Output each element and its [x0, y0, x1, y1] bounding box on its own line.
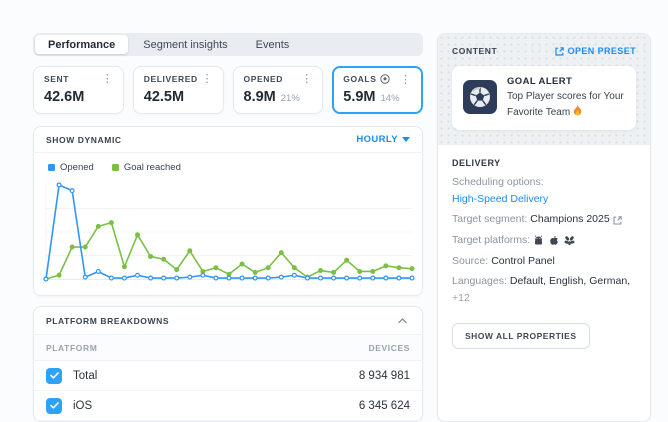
stats-row: SENT ⋮ 42.6M DELIVERED ⋮ 42.5M — [33, 66, 423, 114]
soccer-ball-tile-icon — [463, 80, 497, 114]
legend-label: Goal reached — [124, 162, 181, 173]
external-link-icon[interactable] — [613, 216, 622, 225]
chevron-down-icon — [402, 137, 410, 142]
tab-segment-insights[interactable]: Segment insights — [130, 35, 240, 54]
soccer-ball-icon — [380, 74, 390, 84]
fire-icon — [573, 105, 582, 116]
checkbox-ios[interactable] — [46, 398, 62, 414]
property-label: Target platforms: — [452, 234, 530, 248]
tab-performance[interactable]: Performance — [35, 35, 128, 54]
kebab-menu-icon[interactable]: ⋮ — [297, 72, 316, 87]
external-link-icon — [555, 47, 564, 56]
column-platform: PLATFORM — [46, 343, 97, 353]
kebab-menu-icon[interactable]: ⋮ — [98, 72, 117, 87]
property-target-platforms: Target platforms: — [452, 234, 636, 248]
property-languages: Languages: Default, English, German, +12 — [452, 275, 636, 305]
devices-count: 6 345 624 — [359, 400, 410, 412]
platform-name: iOS — [73, 400, 92, 412]
legend-item-opened[interactable]: Opened — [48, 162, 94, 173]
open-preset-label: OPEN PRESET — [568, 46, 636, 56]
stat-percent: 14% — [381, 93, 400, 104]
devices-count: 8 934 981 — [359, 370, 410, 382]
line-chart — [34, 175, 422, 287]
interval-dropdown[interactable]: HOURLY — [356, 134, 410, 145]
dashboard-page: Performance Segment insights Events SENT… — [33, 33, 651, 422]
languages-value: Default, English, German, — [510, 275, 630, 289]
stat-value: 8.9M — [244, 89, 276, 105]
table-row-ios[interactable]: iOS 6 345 624 — [34, 391, 422, 421]
stat-label: GOALS — [343, 74, 376, 84]
column-devices: DEVICES — [368, 343, 410, 353]
stat-label: OPENED — [244, 74, 284, 84]
stat-percent: 21% — [281, 93, 300, 104]
line-chart-svg — [38, 175, 418, 287]
property-label: Scheduling options: — [452, 176, 544, 190]
apple-icon — [549, 235, 559, 246]
legend-item-goal-reached[interactable]: Goal reached — [112, 162, 181, 173]
goal-alert-title: GOAL ALERT — [507, 76, 625, 87]
kebab-menu-icon[interactable]: ⋮ — [198, 72, 217, 87]
property-scheduling-options: Scheduling options: High-Speed Delivery — [452, 176, 636, 206]
stat-label: SENT — [44, 74, 69, 84]
languages-more-count: +12 — [452, 292, 470, 306]
property-label: Languages: — [452, 275, 507, 289]
legend-label: Opened — [60, 162, 94, 173]
content-title: CONTENT — [452, 46, 497, 56]
goal-alert-card: GOAL ALERT Top Player scores for Your Fa… — [452, 66, 636, 130]
property-source: Source: Control Panel — [452, 255, 636, 269]
show-all-properties-button[interactable]: SHOW ALL PROPERTIES — [452, 323, 590, 349]
main-column: Performance Segment insights Events SENT… — [33, 33, 423, 422]
stat-label: DELIVERED — [144, 74, 198, 84]
android-icon — [533, 235, 544, 246]
legend-swatch-green — [112, 164, 119, 171]
tab-bar: Performance Segment insights Events — [33, 33, 423, 56]
open-preset-link[interactable]: OPEN PRESET — [555, 46, 636, 56]
stat-card-opened[interactable]: OPENED ⋮ 8.9M 21% — [233, 66, 324, 114]
stat-value: 5.9M — [343, 89, 375, 105]
segment-name-link[interactable]: Champions 2025 — [530, 213, 609, 227]
stat-value: 42.5M — [144, 89, 184, 105]
dynamic-title: SHOW DYNAMIC — [46, 135, 122, 145]
tab-events[interactable]: Events — [243, 35, 303, 54]
table-column-headers: PLATFORM DEVICES — [34, 335, 422, 361]
content-preview-area: CONTENT OPEN PRESET — [438, 34, 650, 145]
platform-breakdowns-title: PLATFORM BREAKDOWNS — [46, 316, 169, 326]
goal-alert-message: Top Player scores for Your Favorite Team — [507, 90, 625, 120]
source-value: Control Panel — [491, 255, 555, 269]
chart-legend: Opened Goal reached — [34, 153, 422, 175]
huawei-icon — [564, 235, 575, 246]
table-row-total[interactable]: Total 8 934 981 — [34, 361, 422, 391]
platform-name: Total — [73, 370, 97, 382]
interval-value: HOURLY — [356, 134, 398, 145]
property-label: Target segment: — [452, 213, 527, 227]
property-label: Source: — [452, 255, 488, 269]
checkbox-total[interactable] — [46, 368, 62, 384]
content-panel: CONTENT OPEN PRESET — [437, 33, 651, 422]
delivery-title: DELIVERY — [452, 158, 636, 168]
platform-breakdowns-card: PLATFORM BREAKDOWNS PLATFORM DEVICES — [33, 306, 423, 422]
legend-swatch-blue — [48, 164, 55, 171]
dynamic-chart-card: SHOW DYNAMIC HOURLY Opened Goal reached — [33, 126, 423, 296]
stat-card-delivered[interactable]: DELIVERED ⋮ 42.5M — [133, 66, 224, 114]
delivery-section: DELIVERY Scheduling options: High-Speed … — [438, 145, 650, 363]
stat-card-goals[interactable]: GOALS ⋮ 5.9M 14% — [332, 66, 423, 114]
stat-card-sent[interactable]: SENT ⋮ 42.6M — [33, 66, 124, 114]
stat-value: 42.6M — [44, 89, 84, 105]
property-target-segment: Target segment: Champions 2025 — [452, 213, 636, 227]
high-speed-delivery-link[interactable]: High-Speed Delivery — [452, 193, 548, 207]
kebab-menu-icon[interactable]: ⋮ — [396, 73, 415, 88]
collapse-chevron-up-icon[interactable] — [395, 315, 410, 327]
